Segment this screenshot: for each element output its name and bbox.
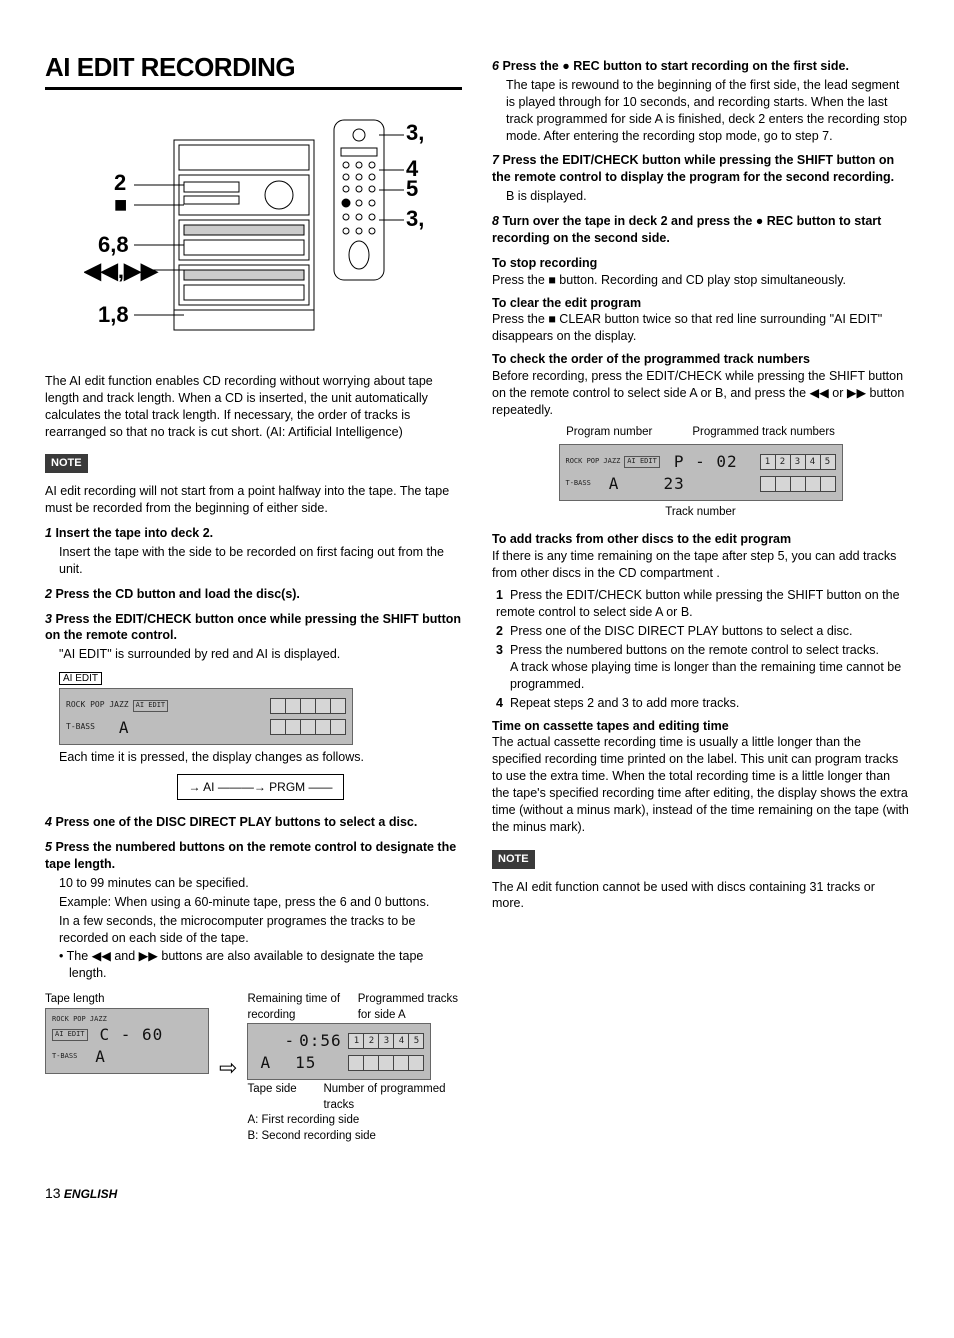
- step-7: 7 Press the EDIT/CHECK button while pres…: [492, 152, 909, 205]
- page-footer: 13 ENGLISH: [45, 1184, 909, 1203]
- stereo-remote-diagram: 2 ■ 6,8 ◀◀,▶▶ 1,8 3,7 4 5 3,7: [84, 100, 424, 360]
- lcd-row: Tape length ROCK POP JAZZ AI EDIT C - 60…: [45, 992, 462, 1144]
- hero-diagram: 2 ■ 6,8 ◀◀,▶▶ 1,8 3,7 4 5 3,7: [45, 100, 462, 365]
- time-on-tapes: Time on cassette tapes and editing time …: [492, 718, 909, 836]
- check-lcd-labels-top: Program number Programmed track numbers …: [492, 425, 909, 521]
- note-badge-2: NOTE: [492, 850, 535, 869]
- step-5: 5 Press the numbered buttons on the remo…: [45, 839, 462, 982]
- svg-text:3,7: 3,7: [406, 120, 424, 145]
- intro-paragraph: The AI edit function enables CD recordin…: [45, 373, 462, 441]
- svg-text:■: ■: [114, 192, 127, 217]
- arrow-icon: ⇨: [219, 1053, 237, 1083]
- stop-recording: To stop recording Press the ■ button. Re…: [492, 255, 909, 289]
- note-1: AI edit recording will not start from a …: [45, 483, 462, 517]
- flow-box: → AI ———→ PRGM ——: [177, 774, 343, 800]
- step-1: 1 Insert the tape into deck 2. Insert th…: [45, 525, 462, 578]
- check-order: To check the order of the programmed tra…: [492, 351, 909, 419]
- step-4: 4 Press one of the DISC DIRECT PLAY butt…: [45, 814, 462, 831]
- clear-program: To clear the edit program Press the ■ CL…: [492, 295, 909, 346]
- svg-text:6,8: 6,8: [98, 232, 129, 257]
- step-6: 6 Press the ● REC button to start record…: [492, 58, 909, 144]
- svg-text:5: 5: [406, 176, 418, 201]
- note-2: The AI edit function cannot be used with…: [492, 879, 909, 913]
- svg-text:1,8: 1,8: [98, 302, 129, 327]
- add-tracks: To add tracks from other discs to the ed…: [492, 531, 909, 582]
- svg-text:3,7: 3,7: [406, 206, 424, 231]
- step-2: 2 Press the CD button and load the disc(…: [45, 586, 462, 603]
- add-tracks-list: 1Press the EDIT/CHECK button while press…: [496, 587, 909, 711]
- page-title: AI EDIT RECORDING: [45, 50, 462, 90]
- step-3: 3 Press the EDIT/CHECK button once while…: [45, 611, 462, 807]
- note-badge: NOTE: [45, 454, 88, 473]
- lcd-ai-edit: AI EDIT ROCK POP JAZZ AI EDIT T-BASS A: [59, 669, 462, 745]
- svg-text:◀◀,▶▶: ◀◀,▶▶: [84, 258, 159, 283]
- step-8: 8 Turn over the tape in deck 2 and press…: [492, 213, 909, 247]
